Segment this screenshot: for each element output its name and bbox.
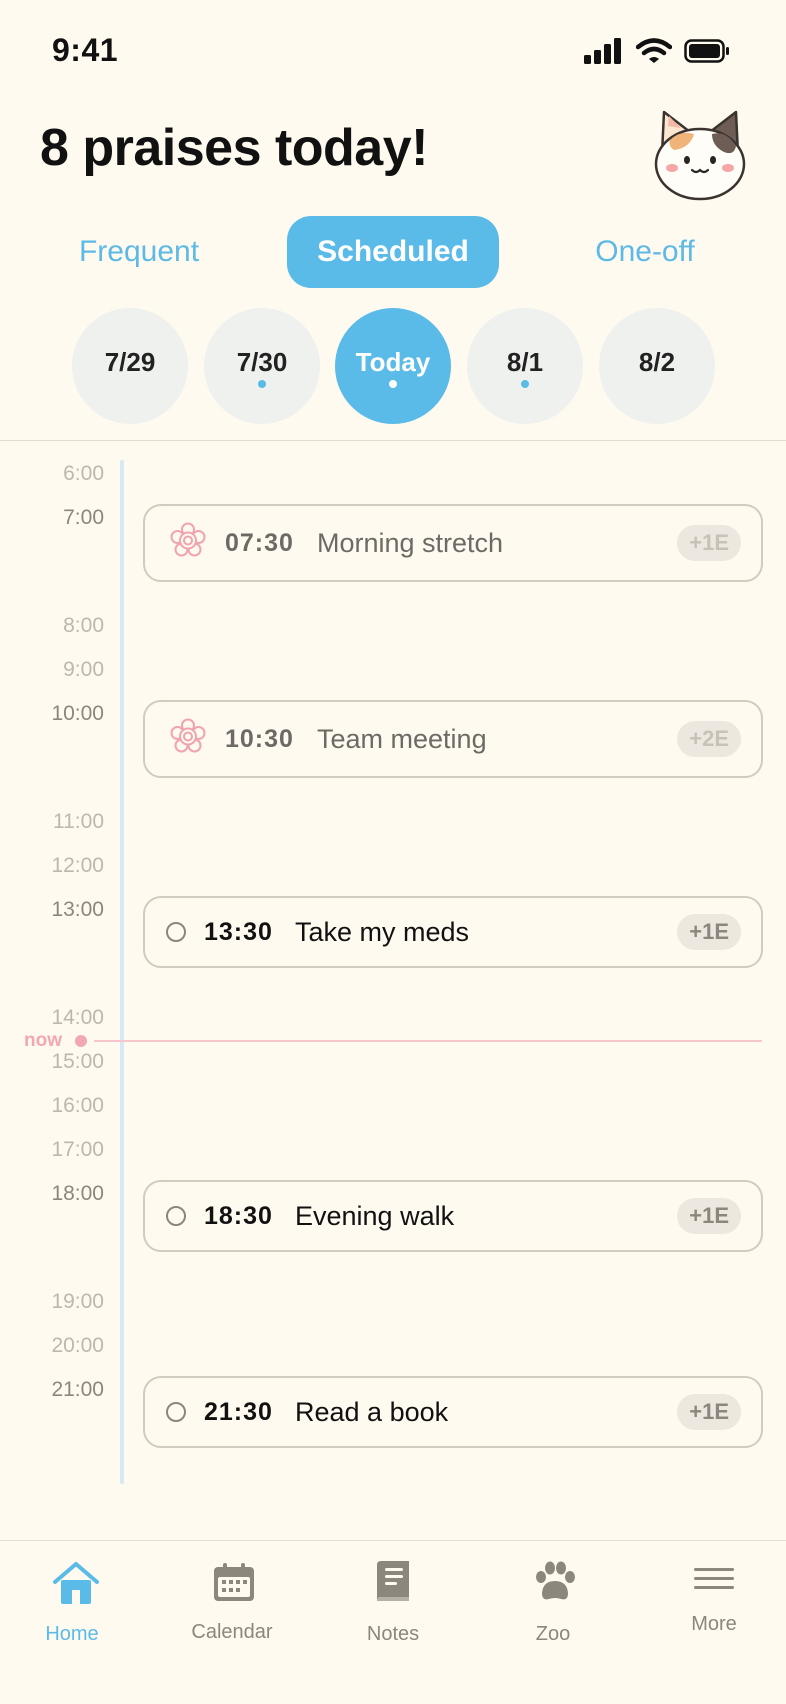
- event-time: 13:30: [204, 917, 273, 946]
- tab-home[interactable]: Home: [12, 1541, 132, 1661]
- date-label: Today: [355, 346, 431, 377]
- tab-zoo[interactable]: Zoo: [493, 1541, 613, 1661]
- date-pill-7-30[interactable]: 7/30: [204, 308, 320, 424]
- cat-face-icon: [654, 110, 746, 201]
- date-pill-8-1[interactable]: 8/1: [467, 308, 583, 424]
- event-title: Read a book: [295, 1396, 449, 1427]
- hour-label: 14:00: [51, 1006, 104, 1029]
- hour-label: 15:00: [51, 1050, 104, 1073]
- empty-circle-icon[interactable]: [166, 922, 186, 942]
- tab-more[interactable]: More: [654, 1541, 774, 1661]
- hour-label: 7:00: [63, 506, 104, 529]
- now-dot: [75, 1035, 87, 1047]
- event-title: Evening walk: [295, 1200, 455, 1231]
- tab-notes[interactable]: Notes: [333, 1541, 453, 1661]
- paw-icon: [536, 1561, 575, 1600]
- tab-one-off[interactable]: One-off: [580, 216, 710, 288]
- now-line: [94, 1040, 762, 1042]
- calendar-icon: [214, 1563, 254, 1601]
- hour-label: 16:00: [51, 1094, 104, 1117]
- reward-badge: +1E: [677, 525, 741, 561]
- event-card[interactable]: 07:30 Morning stretch +1E: [143, 504, 763, 582]
- event-card[interactable]: 10:30 Team meeting +2E: [143, 700, 763, 778]
- tab-calendar[interactable]: Calendar: [172, 1541, 292, 1661]
- reward-badge: +1E: [677, 1394, 741, 1430]
- empty-circle-icon[interactable]: [166, 1402, 186, 1422]
- hour-label: 6:00: [63, 462, 104, 485]
- hamburger-icon: [694, 1568, 734, 1589]
- flower-stamp-icon[interactable]: [169, 718, 207, 761]
- empty-circle-icon[interactable]: [166, 1206, 186, 1226]
- tab-label: Home: [45, 1623, 99, 1645]
- divider: [0, 440, 786, 441]
- now-label: now: [24, 1030, 62, 1051]
- date-pill-7-29[interactable]: 7/29: [72, 308, 188, 424]
- event-time: 07:30: [225, 528, 294, 557]
- timeline-line: [120, 460, 124, 1484]
- flower-stamp-icon[interactable]: [169, 522, 207, 565]
- tab-label: Calendar: [191, 1621, 273, 1643]
- event-card[interactable]: 21:30 Read a book +1E: [143, 1376, 763, 1448]
- reward-badge: +1E: [677, 914, 741, 950]
- date-pill-today[interactable]: Today: [335, 308, 451, 424]
- notebook-icon: [377, 1561, 409, 1601]
- event-time: 21:30: [204, 1397, 273, 1426]
- tab-bar: Home Calendar Notes Zoo More: [0, 1540, 786, 1704]
- date-label: 8/2: [638, 346, 676, 377]
- tab-label: Zoo: [535, 1623, 571, 1645]
- hour-label: 8:00: [63, 614, 104, 637]
- event-time: 10:30: [225, 724, 294, 753]
- hour-label: 10:00: [51, 702, 104, 725]
- home-icon: [53, 1562, 99, 1604]
- event-card[interactable]: 13:30 Take my meds +1E: [143, 896, 763, 968]
- battery-icon: [684, 39, 729, 63]
- event-dot: [258, 380, 266, 388]
- hour-label: 18:00: [51, 1182, 104, 1205]
- hour-label: 11:00: [53, 810, 104, 833]
- event-title: Take my meds: [295, 916, 470, 947]
- tab-label: Notes: [366, 1623, 420, 1645]
- hour-label: 20:00: [51, 1334, 104, 1357]
- page-title: 8 praises today!: [40, 119, 428, 177]
- wifi-icon: [636, 38, 672, 63]
- signal-icon: [584, 38, 621, 64]
- tab-scheduled[interactable]: Scheduled: [287, 216, 499, 288]
- hour-label: 17:00: [51, 1138, 104, 1161]
- date-label: 7/30: [236, 346, 288, 377]
- event-dot: [521, 380, 529, 388]
- hour-label: 21:00: [51, 1378, 104, 1401]
- event-card[interactable]: 18:30 Evening walk +1E: [143, 1180, 763, 1252]
- date-label: 7/29: [104, 346, 156, 377]
- event-dot: [389, 380, 397, 388]
- hour-label: 12:00: [51, 854, 104, 877]
- event-time: 18:30: [204, 1201, 273, 1230]
- hour-label: 9:00: [63, 658, 104, 681]
- status-icons: [584, 38, 730, 64]
- status-bar: 9:41: [0, 0, 786, 100]
- hour-label: 13:00: [51, 898, 104, 921]
- event-title: Morning stretch: [317, 527, 504, 558]
- reward-badge: +1E: [677, 1198, 741, 1234]
- date-label: 8/1: [506, 346, 544, 377]
- hour-label: 19:00: [51, 1290, 104, 1313]
- cat-avatar[interactable]: [650, 104, 750, 204]
- tab-frequent[interactable]: Frequent: [60, 216, 218, 288]
- date-pill-8-2[interactable]: 8/2: [599, 308, 715, 424]
- tab-label: More: [691, 1613, 737, 1635]
- reward-badge: +2E: [677, 721, 741, 757]
- status-time: 9:41: [52, 32, 119, 68]
- event-title: Team meeting: [317, 723, 487, 754]
